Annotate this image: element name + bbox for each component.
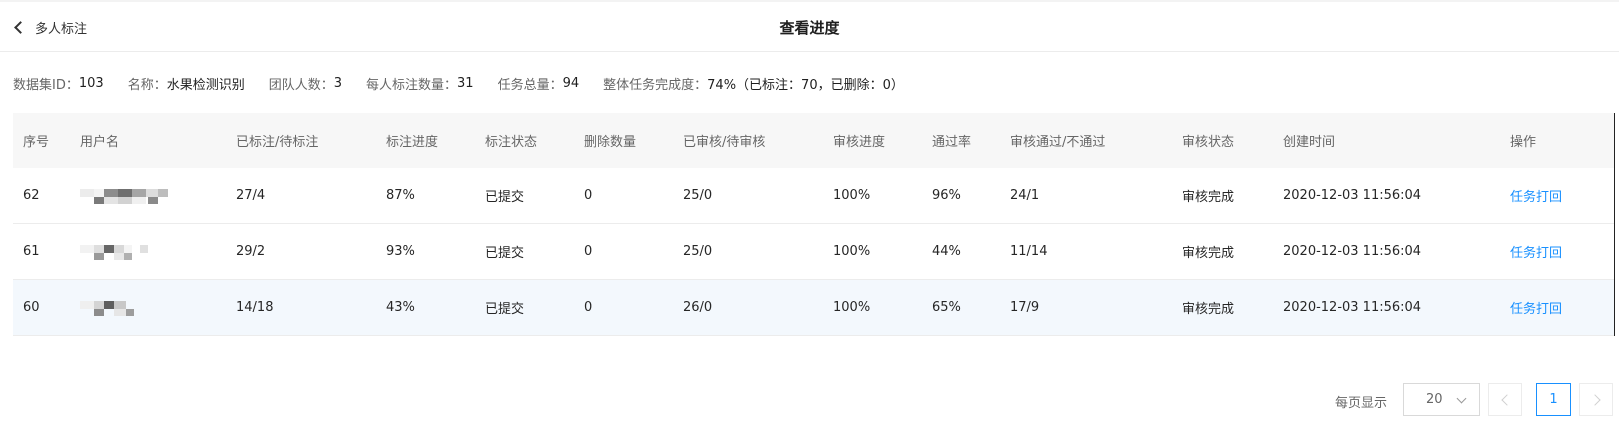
table-header: 序号 用户名 已标注/待标注 标注进度 标注状态 删除数量 已审核/待审核 审核… [13, 113, 1615, 168]
info-dataset-id: 数据集ID： 103 [13, 74, 104, 93]
reject-task-link[interactable]: 任务打回 [1510, 246, 1562, 261]
info-total-tasks: 任务总量： 94 [498, 74, 580, 93]
info-key: 数据集ID： [13, 77, 79, 93]
table-row: 61 29/2 93% 已提交 0 25/0 100% 44% 11/14 审核… [13, 224, 1615, 280]
info-value: 水果检测识别 [166, 77, 245, 93]
top-bar: 多人标注 查看进度 [0, 0, 1619, 52]
cell-progress: 87% [386, 188, 415, 203]
username-redacted [80, 186, 180, 206]
chevron-down-icon [1456, 393, 1467, 404]
page-number-button[interactable]: 1 [1536, 383, 1571, 416]
info-per-person: 每人标注数量： 31 [366, 74, 474, 93]
info-team-size: 团队人数： 3 [269, 74, 342, 93]
cell-username [70, 298, 226, 318]
cell-review-status: 审核完成 [1182, 246, 1235, 261]
info-key: 整体任务完成度： [603, 77, 708, 93]
info-name: 名称： 水果检测识别 [128, 74, 245, 93]
cell-created: 2020-12-03 11:56:04 [1283, 300, 1422, 315]
cell-progress: 43% [386, 300, 415, 315]
cell-id: 62 [23, 188, 40, 203]
cell-review-status: 审核完成 [1182, 302, 1235, 317]
cell-deleted: 0 [584, 188, 593, 203]
cell-review-progress: 100% [833, 244, 871, 259]
username-redacted [80, 242, 180, 262]
column-header: 审核通过/不通过 [1010, 135, 1106, 150]
cell-reviewed: 25/0 [683, 244, 713, 259]
cell-reviewed: 26/0 [683, 300, 713, 315]
table-row: 60 14/18 43% 已提交 0 26/0 100% 65% 17/9 审核… [13, 280, 1615, 336]
table-row: 62 27/4 87% 已提交 0 25/0 100% 96% 24/1 审核完… [13, 168, 1615, 224]
info-key: 每人标注数量： [366, 77, 458, 93]
column-header: 操作 [1510, 135, 1537, 150]
column-header: 已标注/待标注 [236, 135, 319, 150]
column-header: 审核进度 [833, 135, 886, 150]
chevron-right-icon [1588, 393, 1601, 406]
per-page-select[interactable]: 20 [1403, 383, 1480, 416]
dataset-info-bar: 数据集ID： 103 名称： 水果检测识别 团队人数： 3 每人标注数量： 31 任务总… [13, 72, 928, 94]
cell-pass-rate: 65% [932, 300, 961, 315]
info-completion: 整体任务完成度： 74%（已标注：70，已删除：0） [603, 74, 904, 93]
column-header: 用户名 [80, 135, 120, 150]
cell-created: 2020-12-03 11:56:04 [1283, 188, 1422, 203]
info-key: 团队人数： [268, 77, 334, 93]
column-header: 已审核/待审核 [683, 135, 766, 150]
info-value: 103 [78, 75, 104, 91]
cell-status: 已提交 [485, 302, 525, 317]
column-header: 标注进度 [386, 135, 439, 150]
cell-deleted: 0 [584, 300, 593, 315]
cell-username [70, 242, 226, 262]
cell-status: 已提交 [485, 190, 525, 205]
info-value: 74%（已标注：70，已删除：0） [707, 77, 904, 93]
info-key: 名称： [127, 77, 167, 93]
column-header: 标注状态 [485, 135, 538, 150]
table-edge [1614, 113, 1615, 336]
per-page-label: 每页显示 [1335, 396, 1388, 411]
cell-username [70, 186, 226, 206]
pagination: 每页显示 20 1 [0, 383, 1619, 417]
column-header: 审核状态 [1182, 135, 1235, 150]
progress-table: 序号 用户名 已标注/待标注 标注进度 标注状态 删除数量 已审核/待审核 审核… [13, 113, 1615, 336]
cell-reviewed: 25/0 [683, 188, 713, 203]
next-page-button[interactable] [1579, 383, 1613, 416]
cell-pass-rate: 96% [932, 188, 961, 203]
column-header: 序号 [23, 135, 50, 150]
cell-progress: 93% [386, 244, 415, 259]
cell-labeled: 14/18 [236, 300, 274, 315]
chevron-left-icon [1500, 393, 1513, 406]
cell-deleted: 0 [584, 244, 593, 259]
cell-id: 61 [23, 244, 40, 259]
column-header: 删除数量 [584, 135, 637, 150]
reject-task-link[interactable]: 任务打回 [1510, 190, 1562, 205]
cell-review-status: 审核完成 [1182, 190, 1235, 205]
column-header: 创建时间 [1283, 135, 1336, 150]
cell-labeled: 29/2 [236, 244, 266, 259]
info-value: 94 [562, 75, 580, 91]
reject-task-link[interactable]: 任务打回 [1510, 302, 1562, 317]
info-key: 任务总量： [497, 77, 563, 93]
cell-created: 2020-12-03 11:56:04 [1283, 244, 1422, 259]
cell-pass-fail: 17/9 [1010, 300, 1040, 315]
username-redacted [80, 298, 180, 318]
cell-pass-fail: 11/14 [1010, 244, 1048, 259]
cell-status: 已提交 [485, 246, 525, 261]
cell-pass-fail: 24/1 [1010, 188, 1040, 203]
cell-pass-rate: 44% [932, 244, 961, 259]
info-value: 31 [457, 75, 474, 91]
cell-review-progress: 100% [833, 188, 871, 203]
cell-labeled: 27/4 [236, 188, 266, 203]
info-value: 3 [333, 75, 343, 91]
page-title: 查看进度 [779, 19, 840, 37]
cell-review-progress: 100% [833, 300, 871, 315]
per-page-value: 20 [1426, 392, 1443, 407]
column-header: 通过率 [932, 135, 972, 150]
cell-id: 60 [23, 300, 40, 315]
prev-page-button[interactable] [1488, 383, 1522, 416]
